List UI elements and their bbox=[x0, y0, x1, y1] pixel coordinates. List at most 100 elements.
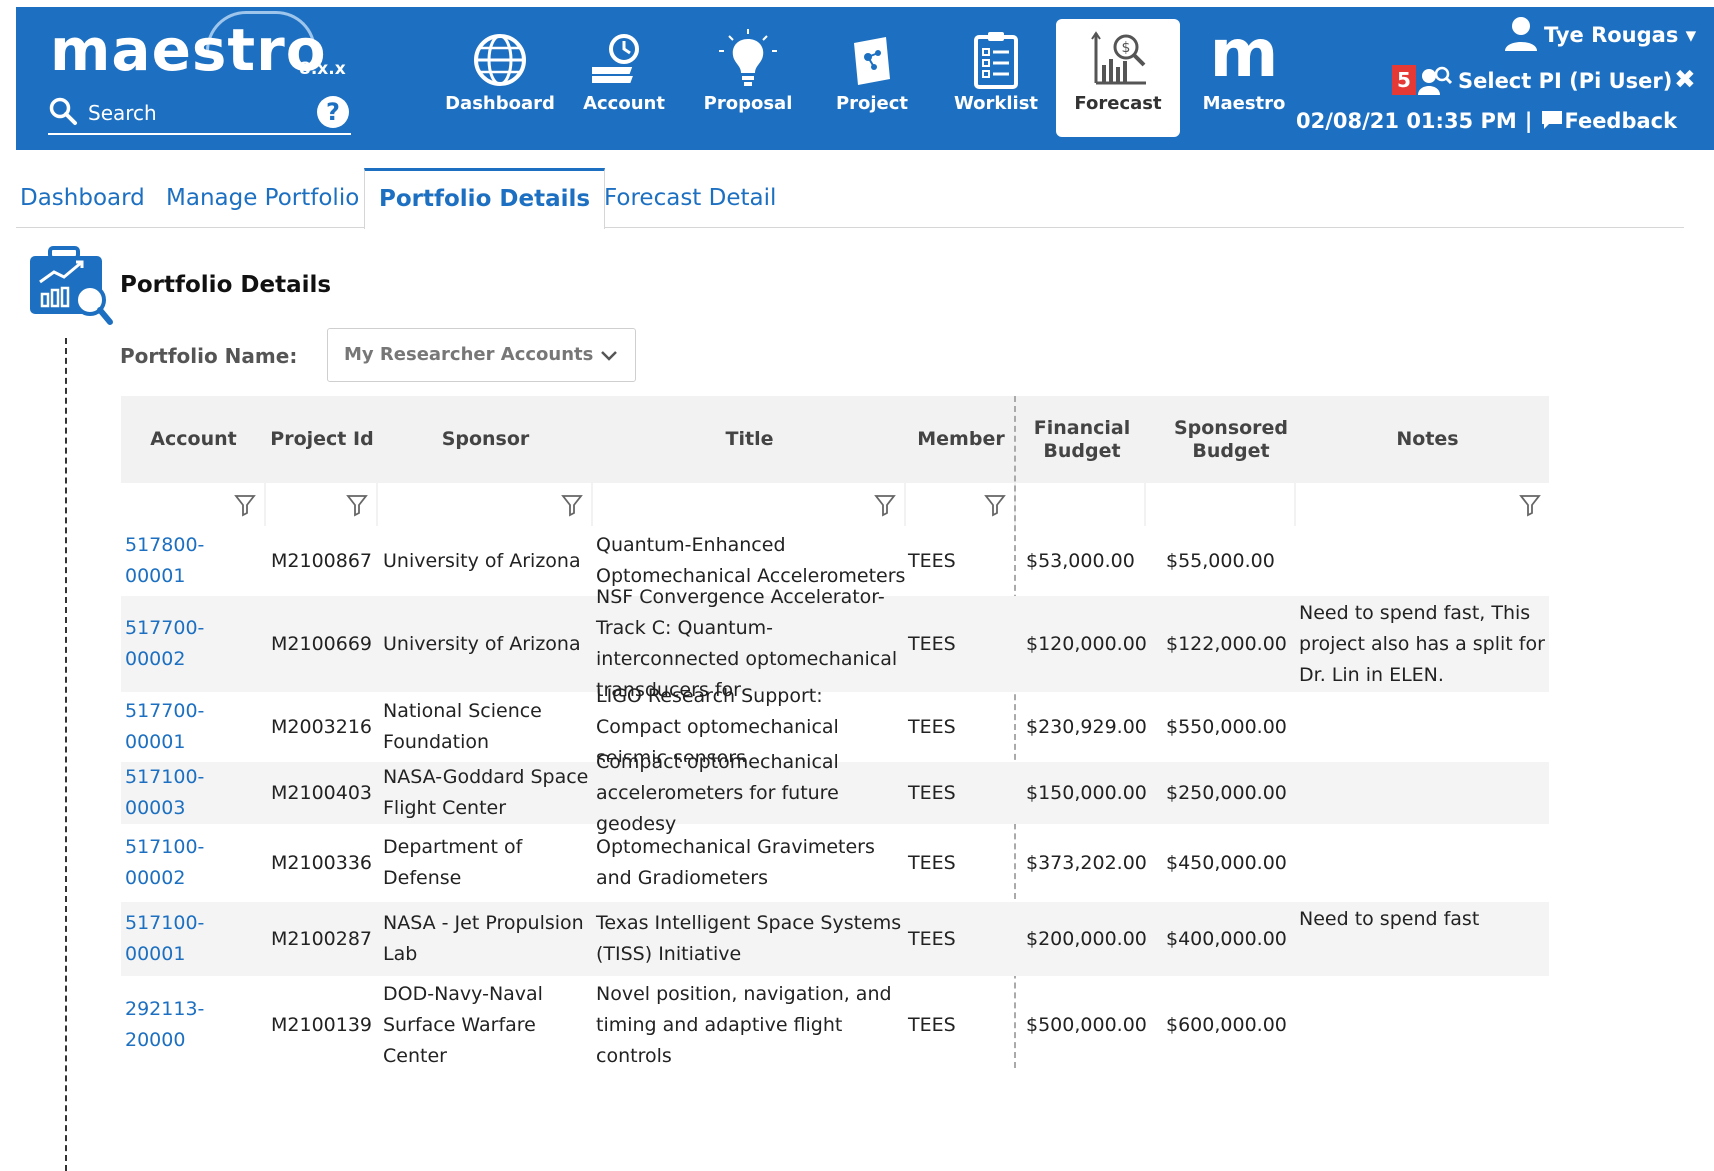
nav-maestro-label: Maestro bbox=[1202, 93, 1286, 114]
portfolio-name-value[interactable]: My Researcher Accounts bbox=[344, 344, 593, 365]
filter-icon[interactable] bbox=[561, 493, 583, 517]
global-search[interactable]: Search ? bbox=[48, 93, 351, 135]
portfolio-name-label: Portfolio Name: bbox=[120, 344, 298, 368]
project-id-cell: M2100139 bbox=[271, 1013, 373, 1036]
account-link[interactable]: 517100-00001 bbox=[125, 902, 258, 976]
nav-worklist[interactable]: Worklist bbox=[934, 7, 1058, 150]
account-link[interactable]: 517100-00003 bbox=[125, 762, 258, 824]
sponsor-cell: NASA - Jet Propulsion Lab bbox=[383, 912, 584, 965]
account-link[interactable]: 517700-00001 bbox=[125, 692, 258, 762]
lightbulb-icon bbox=[719, 29, 777, 86]
filter-cell-project-id bbox=[266, 483, 378, 526]
col-header-notes[interactable]: Notes bbox=[1306, 396, 1549, 483]
financial-budget-cell: $120,000.00 bbox=[1026, 632, 1147, 655]
account-link[interactable]: 517800-00001 bbox=[125, 526, 258, 596]
filter-icon[interactable] bbox=[984, 493, 1006, 517]
filter-icon[interactable] bbox=[1519, 493, 1541, 517]
nav-proposal[interactable]: Proposal bbox=[686, 7, 810, 150]
nav-dashboard[interactable]: Dashboard bbox=[438, 7, 562, 150]
sponsored-budget-cell: $600,000.00 bbox=[1166, 1013, 1287, 1036]
nav-forecast[interactable]: $ Forecast bbox=[1056, 19, 1180, 137]
member-cell: TEES bbox=[908, 781, 956, 804]
nav-proposal-label: Proposal bbox=[703, 93, 793, 114]
search-label[interactable]: Search bbox=[88, 101, 157, 125]
sponsored-budget-cell: $250,000.00 bbox=[1166, 781, 1287, 804]
account-clock-icon bbox=[592, 34, 639, 83]
col-header-account[interactable]: Account bbox=[121, 396, 266, 483]
close-icon[interactable]: ✖ bbox=[1674, 65, 1696, 95]
col-header-member[interactable]: Member bbox=[906, 396, 1016, 483]
user-name[interactable]: Tye Rougas ▾ bbox=[1544, 23, 1696, 47]
col-header-sponsor[interactable]: Sponsor bbox=[378, 396, 593, 483]
project-icon bbox=[854, 37, 890, 85]
member-cell: TEES bbox=[908, 1013, 956, 1036]
nav-maestro[interactable]: m Maestro bbox=[1182, 7, 1306, 150]
nav-project[interactable]: Project bbox=[810, 7, 934, 150]
sponsor-cell: University of Arizona bbox=[383, 632, 581, 655]
financial-budget-cell: $53,000.00 bbox=[1026, 549, 1135, 572]
filter-row bbox=[121, 483, 1549, 526]
notes-cell bbox=[1299, 526, 1549, 596]
globe-icon bbox=[474, 34, 526, 86]
financial-budget-cell: $373,202.00 bbox=[1026, 851, 1147, 874]
table-row[interactable]: 517100-00003 M2100403 NASA-Goddard Space… bbox=[121, 751, 1549, 835]
sponsored-budget-cell: $450,000.00 bbox=[1166, 851, 1287, 874]
separator: | bbox=[1524, 109, 1533, 133]
tab-dashboard[interactable]: Dashboard bbox=[16, 168, 149, 228]
col-header-title[interactable]: Title bbox=[593, 396, 906, 483]
sponsor-cell: National Science Foundation bbox=[383, 700, 542, 753]
filter-icon[interactable] bbox=[346, 493, 368, 517]
financial-budget-cell: $150,000.00 bbox=[1026, 781, 1147, 804]
filter-cell-member bbox=[906, 483, 1016, 526]
member-cell: TEES bbox=[908, 715, 956, 738]
member-cell: TEES bbox=[908, 632, 956, 655]
page-title: Portfolio Details bbox=[120, 272, 332, 298]
select-pi-label[interactable]: Select PI (Pi User) bbox=[1458, 69, 1672, 93]
sponsor-cell: DOD-Navy-Naval Surface Warfare Center bbox=[383, 982, 543, 1067]
search-icon[interactable] bbox=[48, 96, 78, 126]
table-row[interactable]: 292113-20000 M2100139 DOD-Navy-Naval Sur… bbox=[121, 976, 1549, 1074]
nav-account[interactable]: Account bbox=[562, 7, 686, 150]
account-link[interactable]: 292113-20000 bbox=[125, 976, 258, 1074]
sponsored-budget-cell: $55,000.00 bbox=[1166, 549, 1275, 572]
help-icon[interactable]: ? bbox=[317, 96, 349, 128]
clipboard-icon bbox=[974, 32, 1018, 89]
account-link[interactable]: 517100-00002 bbox=[125, 824, 258, 902]
feedback-icon[interactable] bbox=[1540, 109, 1564, 131]
sponsored-budget-cell: $400,000.00 bbox=[1166, 927, 1287, 950]
tab-bar: Dashboard Manage Portfolio Portfolio Det… bbox=[16, 168, 1684, 229]
current-datetime: 02/08/21 01:35 PM bbox=[1296, 109, 1517, 133]
project-id-cell: M2100867 bbox=[271, 549, 373, 572]
notification-badge[interactable]: 5 bbox=[1392, 65, 1416, 95]
col-header-financial-budget[interactable]: Financial Budget bbox=[1026, 396, 1138, 483]
sponsored-budget-cell: $122,000.00 bbox=[1166, 632, 1287, 655]
filter-icon[interactable] bbox=[874, 493, 896, 517]
table-row[interactable]: 517100-00001 M2100287 NASA - Jet Propuls… bbox=[121, 902, 1549, 976]
table-row[interactable]: 517100-00002 M2100336 Department of Defe… bbox=[121, 824, 1549, 902]
sponsor-cell: University of Arizona bbox=[383, 549, 581, 572]
nav-worklist-label: Worklist bbox=[953, 93, 1039, 114]
svg-text:$: $ bbox=[1122, 40, 1131, 56]
project-id-cell: M2003216 bbox=[271, 715, 373, 738]
project-id-cell: M2100287 bbox=[271, 927, 373, 950]
tab-manage-portfolio[interactable]: Manage Portfolio bbox=[162, 168, 363, 228]
tab-forecast-detail[interactable]: Forecast Detail bbox=[600, 168, 780, 228]
filter-cell-sponsor bbox=[378, 483, 593, 526]
maestro-logo[interactable]: maestro bbox=[50, 21, 327, 79]
sponsored-budget-cell: $550,000.00 bbox=[1166, 715, 1287, 738]
col-header-sponsored-budget[interactable]: Sponsored Budget bbox=[1156, 396, 1306, 483]
filter-icon[interactable] bbox=[234, 493, 256, 517]
col-header-project-id[interactable]: Project Id bbox=[266, 396, 378, 483]
feedback-link[interactable]: Feedback bbox=[1564, 109, 1677, 133]
project-id-cell: M2100336 bbox=[271, 851, 373, 874]
nav-account-label: Account bbox=[583, 93, 665, 114]
table-row[interactable]: 517700-00002 M2100669 University of Ariz… bbox=[121, 586, 1549, 701]
account-link[interactable]: 517700-00002 bbox=[125, 596, 258, 692]
datetime-feedback-row: 02/08/21 01:35 PM | Feedback bbox=[1296, 109, 1677, 133]
tab-portfolio-details[interactable]: Portfolio Details bbox=[364, 168, 606, 229]
member-cell: TEES bbox=[908, 549, 956, 572]
chevron-down-icon[interactable] bbox=[599, 347, 619, 363]
portfolio-name-select[interactable]: My Researcher Accounts bbox=[327, 328, 636, 382]
member-cell: TEES bbox=[908, 851, 956, 874]
portfolio-details-icon bbox=[30, 246, 113, 325]
